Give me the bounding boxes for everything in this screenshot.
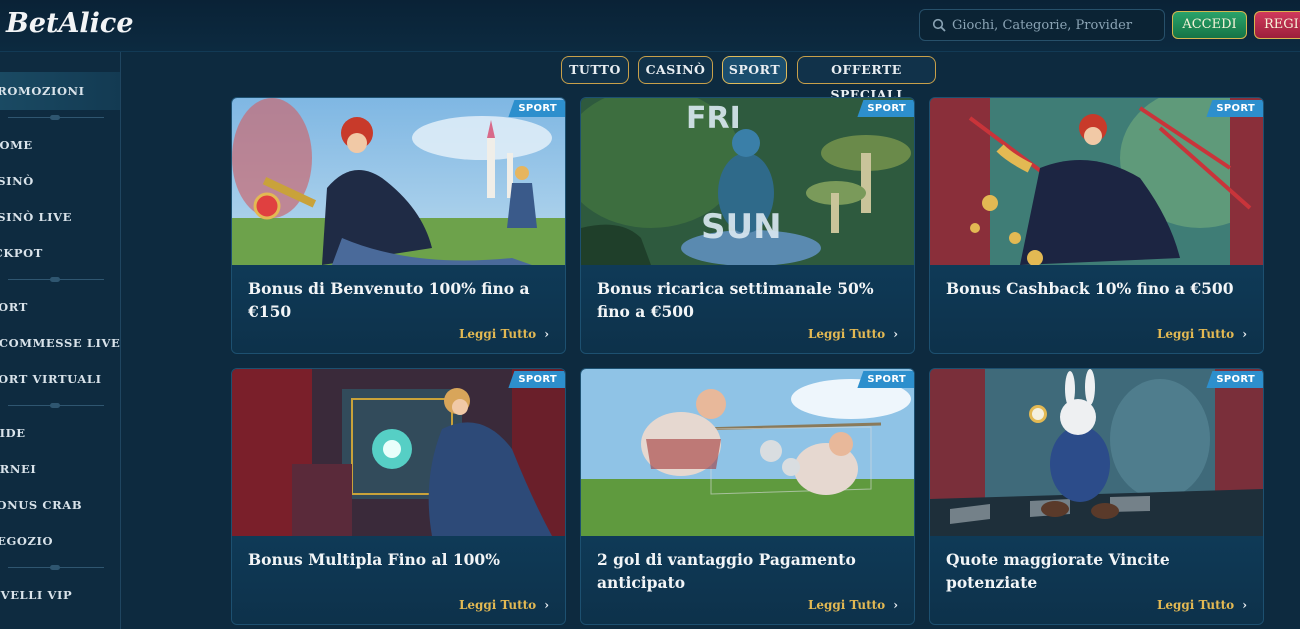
search-icon — [932, 18, 946, 32]
promo-image-white-rabbit: SPORT — [930, 369, 1263, 536]
promo-title: Bonus di Benvenuto 100% fino a €150 — [248, 279, 530, 321]
read-more-label: Leggi Tutto — [458, 327, 537, 341]
read-more-label: Leggi Tutto — [807, 598, 886, 612]
promo-image-caterpillar: FRI SUN SPORT — [581, 98, 914, 265]
promo-title: 2 gol di vantaggio Pagamento anticipato — [597, 550, 856, 592]
sidebar-item-sport-virtuali[interactable]: SPORT VIRTUALI — [0, 372, 102, 386]
register-button[interactable]: REGISTRATI — [1254, 11, 1300, 39]
top-bar: BetAlice Giochi, Categorie, Provider ACC… — [0, 0, 1300, 52]
sidebar-item-livelli-vip[interactable]: LIVELLI VIP — [0, 588, 72, 602]
sidebar-divider — [8, 277, 104, 282]
sidebar: PROMOZIONI HOME CASINÒ CASINÒ LIVE JACKP… — [0, 52, 121, 629]
sidebar-item-negozio[interactable]: NEGOZIO — [0, 534, 53, 548]
category-badge: SPORT — [857, 100, 914, 117]
category-badge: SPORT — [1206, 371, 1263, 388]
promo-card-body: Bonus ricarica settimanale 50% fino a €5… — [581, 265, 914, 353]
svg-text:FRI: FRI — [686, 101, 741, 136]
read-more-link[interactable]: Leggi Tutto › — [808, 598, 898, 612]
promo-image-alice-orb: SPORT — [232, 369, 565, 536]
promo-card-body: Bonus Cashback 10% fino a €500 Leggi Tut… — [930, 265, 1263, 353]
read-more-link[interactable]: Leggi Tutto › — [459, 327, 549, 341]
promo-image-queen-coins: SPORT — [930, 98, 1263, 265]
promo-card[interactable]: SPORT Quote maggiorate Vincite potenziat… — [929, 368, 1264, 625]
sidebar-item-tornei[interactable]: TORNEI — [0, 462, 36, 476]
tab-sport[interactable]: SPORT — [722, 56, 787, 84]
category-badge: SPORT — [857, 371, 914, 388]
promo-card[interactable]: SPORT Bonus di Benvenuto 100% fino a €15… — [231, 97, 566, 354]
read-more-label: Leggi Tutto — [1156, 598, 1235, 612]
search-input[interactable]: Giochi, Categorie, Provider — [919, 9, 1165, 41]
sidebar-divider — [8, 565, 104, 570]
sidebar-divider — [8, 115, 104, 120]
chevron-right-icon: › — [893, 598, 898, 612]
tab-casino[interactable]: CASINÒ — [638, 56, 713, 84]
category-badge: SPORT — [508, 371, 565, 388]
promo-card-body: Bonus Multipla Fino al 100% Leggi Tutto › — [232, 536, 565, 624]
category-badge: SPORT — [508, 100, 565, 117]
svg-text:SUN: SUN — [701, 207, 782, 247]
sidebar-item-bonus-crab[interactable]: BONUS CRAB — [0, 498, 82, 512]
tab-offerte-speciali[interactable]: OFFERTE SPECIALI — [797, 56, 936, 102]
sidebar-item-casino[interactable]: CASINÒ — [0, 174, 34, 188]
sidebar-item-casino-live[interactable]: CASINÒ LIVE — [0, 210, 72, 224]
chevron-right-icon: › — [1242, 598, 1247, 612]
promo-card-body: Quote maggiorate Vincite potenziate Legg… — [930, 536, 1263, 624]
promo-card[interactable]: SPORT 2 gol di vantaggio Pagamento antic… — [580, 368, 915, 625]
promo-title: Bonus ricarica settimanale 50% fino a €5… — [597, 279, 874, 321]
read-more-link[interactable]: Leggi Tutto › — [1157, 327, 1247, 341]
sidebar-divider — [8, 403, 104, 408]
sidebar-item-jackpot[interactable]: JACKPOT — [0, 246, 43, 260]
login-button[interactable]: ACCEDI — [1172, 11, 1247, 39]
sidebar-item-sport[interactable]: SPORT — [0, 300, 28, 314]
chevron-right-icon: › — [893, 327, 898, 341]
read-more-label: Leggi Tutto — [807, 327, 886, 341]
promo-card[interactable]: FRI SUN SPORT Bonus ricarica settimanale… — [580, 97, 915, 354]
search-placeholder: Giochi, Categorie, Provider — [952, 18, 1133, 33]
read-more-link[interactable]: Leggi Tutto › — [1157, 598, 1247, 612]
category-badge: SPORT — [1206, 100, 1263, 117]
read-more-link[interactable]: Leggi Tutto › — [459, 598, 549, 612]
chevron-right-icon: › — [544, 327, 549, 341]
read-more-label: Leggi Tutto — [1156, 327, 1235, 341]
promo-card[interactable]: SPORT Bonus Multipla Fino al 100% Leggi … — [231, 368, 566, 625]
read-more-link[interactable]: Leggi Tutto › — [808, 327, 898, 341]
promo-card-body: 2 gol di vantaggio Pagamento anticipato … — [581, 536, 914, 624]
promo-title: Quote maggiorate Vincite potenziate — [946, 550, 1170, 592]
chevron-right-icon: › — [1242, 327, 1247, 341]
sidebar-item-promozioni[interactable]: PROMOZIONI — [0, 72, 120, 110]
sidebar-item-sfide[interactable]: SFIDE — [0, 426, 26, 440]
chevron-right-icon: › — [544, 598, 549, 612]
sidebar-item-home[interactable]: HOME — [0, 138, 33, 152]
tab-tutto[interactable]: TUTTO — [561, 56, 629, 84]
read-more-label: Leggi Tutto — [458, 598, 537, 612]
promo-title: Bonus Cashback 10% fino a €500 — [946, 279, 1234, 298]
promo-title: Bonus Multipla Fino al 100% — [248, 550, 500, 569]
sidebar-item-scommesse-live[interactable]: SCOMMESSE LIVE — [0, 336, 120, 350]
promo-image-queen: SPORT — [232, 98, 565, 265]
promo-card-body: Bonus di Benvenuto 100% fino a €150 Legg… — [232, 265, 565, 353]
promo-card[interactable]: SPORT Bonus Cashback 10% fino a €500 Leg… — [929, 97, 1264, 354]
promo-image-tweedle-football: SPORT — [581, 369, 914, 536]
sidebar-item-label: PROMOZIONI — [0, 84, 85, 98]
site-logo[interactable]: BetAlice — [6, 8, 134, 39]
